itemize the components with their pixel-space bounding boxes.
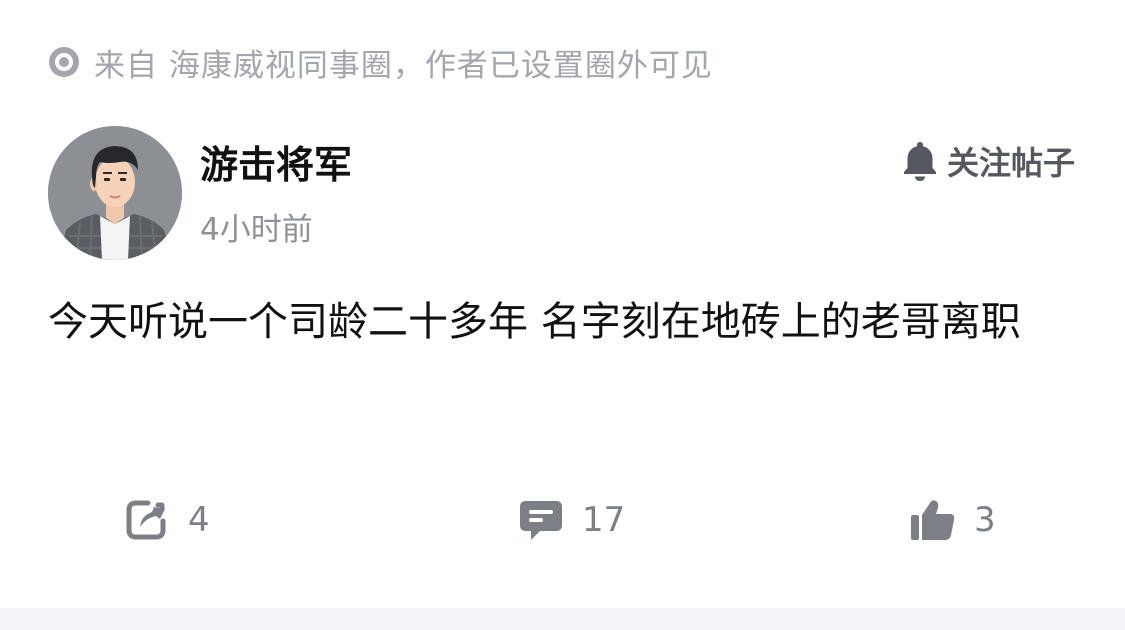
bell-icon	[903, 142, 936, 181]
action-bar: 4 17 3	[0, 492, 1125, 548]
share-count: 4	[188, 500, 210, 540]
comment-count: 17	[582, 500, 626, 540]
like-button[interactable]: 3	[910, 492, 996, 548]
thumbs-up-icon	[911, 500, 955, 540]
avatar-illustration	[48, 126, 182, 260]
comment-icon	[520, 501, 562, 540]
source-text: 来自 海康威视同事圈，作者已设置圈外可见	[94, 47, 713, 84]
radio-icon	[49, 47, 79, 77]
follow-post-button[interactable]: 关注帖子	[901, 138, 1075, 184]
post-time: 4小时前	[200, 212, 313, 248]
like-count: 3	[974, 500, 996, 540]
share-icon	[126, 500, 166, 540]
author-name[interactable]: 游击将军	[200, 134, 352, 189]
comment-button[interactable]: 17	[518, 492, 625, 548]
footer-divider	[0, 608, 1125, 630]
follow-post-label: 关注帖子	[946, 144, 1075, 182]
share-button[interactable]: 4	[124, 492, 210, 548]
avatar[interactable]	[48, 126, 182, 260]
source-row: 来自 海康威视同事圈，作者已设置圈外可见	[48, 38, 713, 86]
post-content: 今天听说一个司龄二十多年 名字刻在地砖上的老哥离职	[48, 299, 1021, 345]
